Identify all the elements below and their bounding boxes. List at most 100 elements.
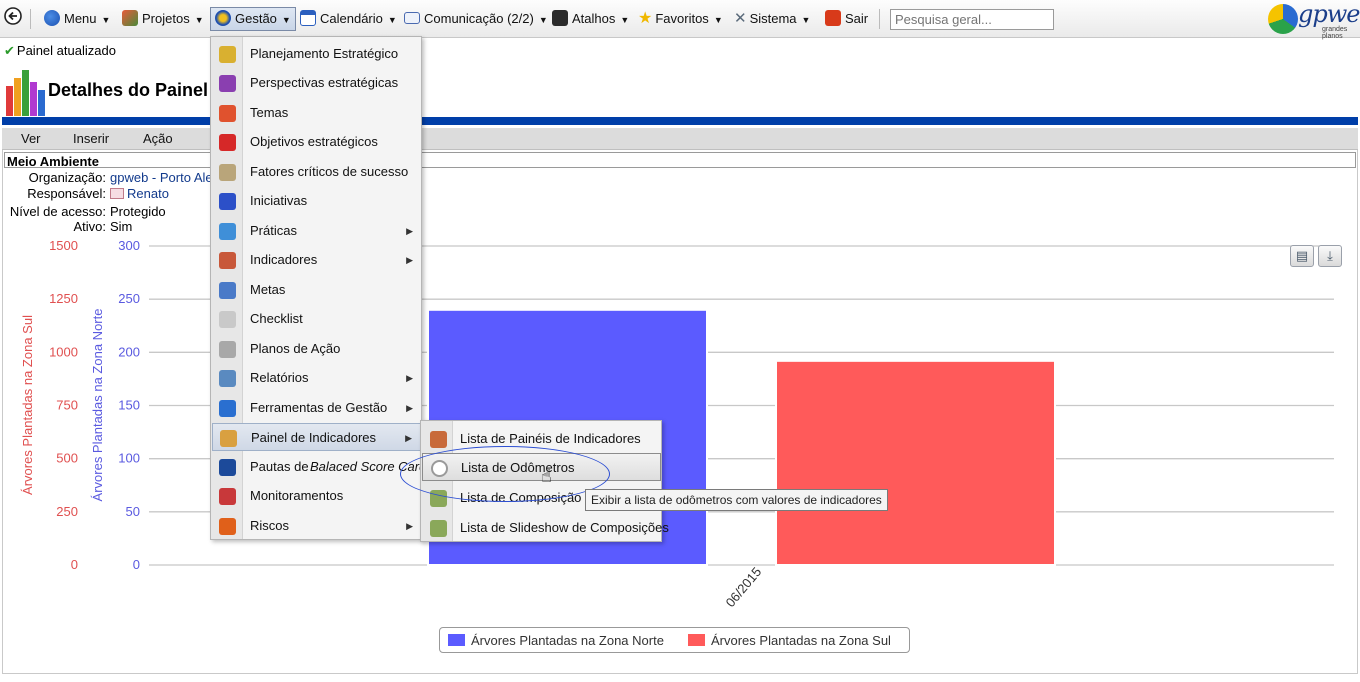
projetos-button[interactable]: Projetos ▼ — [122, 8, 204, 30]
download-button[interactable]: ⤓ — [1318, 245, 1342, 267]
access-label: Nível de acesso: — [9, 204, 106, 219]
chevron-right-icon: ▶ — [406, 403, 413, 413]
y-tick-label-norte: 100 — [118, 451, 140, 466]
tools-icon — [219, 400, 236, 417]
bar-zona-sul — [775, 359, 1056, 566]
inserir-menu[interactable]: Inserir — [73, 131, 109, 146]
menu-item-indicators[interactable]: Indicadores ▶ — [212, 246, 421, 274]
gestao-button[interactable]: Gestão ▼ — [210, 7, 296, 31]
menu-button[interactable]: Menu ▼ — [44, 8, 110, 30]
legend-swatch — [448, 634, 465, 646]
action-plans-icon — [219, 341, 236, 358]
download-icon: ⤓ — [1327, 248, 1333, 263]
y-tick-label-sul: 250 — [56, 504, 78, 519]
y-tick-label-sul: 1500 — [49, 238, 78, 253]
submenu-item-slideshow[interactable]: Lista de Slideshow de Composições — [422, 514, 669, 542]
menu-item-themes[interactable]: Temas — [212, 99, 421, 127]
menu-item-label: Perspectivas estratégicas — [250, 75, 399, 90]
status-message: ✔ Painel atualizado — [4, 43, 116, 58]
menu-item-strategic-planning[interactable]: Planejamento Estratégico — [212, 40, 421, 68]
menu-item-perspectives[interactable]: Perspectivas estratégicas — [212, 69, 421, 97]
highlight-annotation — [400, 446, 610, 502]
resp-label: Responsável: — [27, 186, 106, 201]
ver-menu[interactable]: Ver — [21, 131, 41, 146]
menu-item-bsc[interactable]: Pautas de Balaced Score Card — [212, 453, 426, 481]
chevron-down-icon: ▼ — [281, 15, 291, 25]
menu-icon — [44, 10, 60, 26]
menu-item-label: Planejamento Estratégico — [250, 46, 399, 61]
sair-button[interactable]: Sair — [825, 8, 868, 30]
calendario-button[interactable]: Calendário ▼ — [300, 8, 397, 30]
management-icon — [215, 10, 231, 26]
print-button[interactable]: ▤ — [1290, 245, 1314, 267]
menu-item-key[interactable]: Fatores críticos de sucesso — [212, 158, 421, 186]
checklist-icon — [219, 311, 236, 328]
menu-item-label: Ferramentas de Gestão — [250, 400, 388, 415]
menu-item-label: Temas — [250, 105, 289, 120]
menu-item-initiatives[interactable]: Iniciativas — [212, 187, 421, 215]
menu-item-label: Práticas — [250, 223, 297, 238]
menu-item-action-plans[interactable]: Planos de Ação — [212, 335, 421, 363]
dashboard-icon — [220, 430, 237, 447]
printer-icon: ▤ — [1295, 248, 1309, 263]
projects-icon — [122, 10, 138, 26]
menu-item-label: Monitoramentos — [250, 488, 344, 503]
comunicacao-button[interactable]: Comunicação (2/2) ▼ — [404, 8, 548, 30]
gestao-dropdown: Planejamento Estratégico Perspectivas est… — [210, 36, 426, 540]
action-bar: Ver Inserir Ação — [2, 128, 1358, 150]
practices-icon — [219, 223, 236, 240]
menu-item-target[interactable]: Objetivos estratégicos — [212, 128, 421, 156]
chevron-right-icon: ▶ — [406, 226, 413, 236]
resp-value[interactable]: Renato — [110, 186, 169, 201]
menu-item-reports[interactable]: Relatórios ▶ — [212, 364, 421, 392]
menu-item-label: Planos de Ação — [250, 341, 341, 356]
calendar-icon — [300, 10, 316, 26]
y-tick-label-norte: 250 — [118, 291, 140, 306]
chevron-down-icon: ▼ — [620, 15, 630, 25]
y-tick-label-sul: 1250 — [49, 291, 78, 306]
menu-item-label: Indicadores — [250, 252, 318, 267]
y-axis-label-sul: Árvores Plantadas na Zona Sul — [20, 315, 35, 495]
legend-item-norte[interactable]: Árvores Plantadas na Zona Norte — [448, 633, 664, 648]
chevron-right-icon: ▶ — [405, 433, 412, 443]
chevron-down-icon: ▼ — [713, 15, 723, 25]
sistema-button[interactable]: ✕ Sistema ▼ — [734, 8, 810, 30]
back-icon[interactable] — [4, 7, 22, 29]
chevron-down-icon: ▼ — [387, 15, 397, 25]
menu-item-monitoring[interactable]: Monitoramentos — [212, 482, 421, 510]
separator — [30, 9, 31, 29]
separator — [879, 9, 880, 29]
chart-canvas: 0 0 250 50 500 100 750 150 1000 200 1250 250 1500 300… — [20, 238, 1334, 610]
favoritos-button[interactable]: ★ Favoritos ▼ — [638, 8, 723, 30]
page-title: Detalhes do Painel — [48, 80, 209, 100]
power-icon — [825, 10, 841, 26]
acao-menu[interactable]: Ação — [143, 131, 173, 146]
themes-icon — [219, 105, 236, 122]
strategic-planning-icon — [219, 46, 236, 63]
risks-icon — [219, 518, 236, 535]
atalhos-button[interactable]: Atalhos ▼ — [552, 8, 629, 30]
search-input[interactable] — [890, 9, 1054, 30]
y-tick-label-sul: 750 — [56, 398, 78, 413]
chevron-right-icon: ▶ — [406, 255, 413, 265]
access-value: Protegido — [110, 204, 166, 219]
legend-item-sul[interactable]: Árvores Plantadas na Zona Sul — [688, 633, 891, 648]
mail-icon — [110, 188, 124, 199]
chevron-down-icon: ▼ — [101, 15, 111, 25]
y-tick-label-norte: 150 — [118, 398, 140, 413]
menu-item-label: Checklist — [250, 311, 303, 326]
goals-icon — [219, 282, 236, 299]
menu-item-dashboard[interactable]: Painel de Indicadores ▶ — [212, 423, 421, 451]
y-tick-label-norte: 50 — [126, 504, 140, 519]
menu-item-goals[interactable]: Metas — [212, 276, 421, 304]
dashboard-list-icon — [430, 431, 447, 448]
key-icon — [219, 164, 236, 181]
menu-item-label: Painel de Indicadores — [251, 430, 377, 445]
menu-item-risks[interactable]: Riscos ▶ — [212, 512, 421, 540]
gpweb-logo: gpweb grandes planos — [1268, 0, 1360, 40]
menu-item-tools[interactable]: Ferramentas de Gestão ▶ — [212, 394, 421, 422]
chart-legend: Árvores Plantadas na Zona Norte Árvores … — [439, 627, 910, 653]
menu-item-checklist[interactable]: Checklist — [212, 305, 421, 333]
menu-item-practices[interactable]: Práticas ▶ — [212, 217, 421, 245]
mail-icon — [404, 12, 420, 24]
